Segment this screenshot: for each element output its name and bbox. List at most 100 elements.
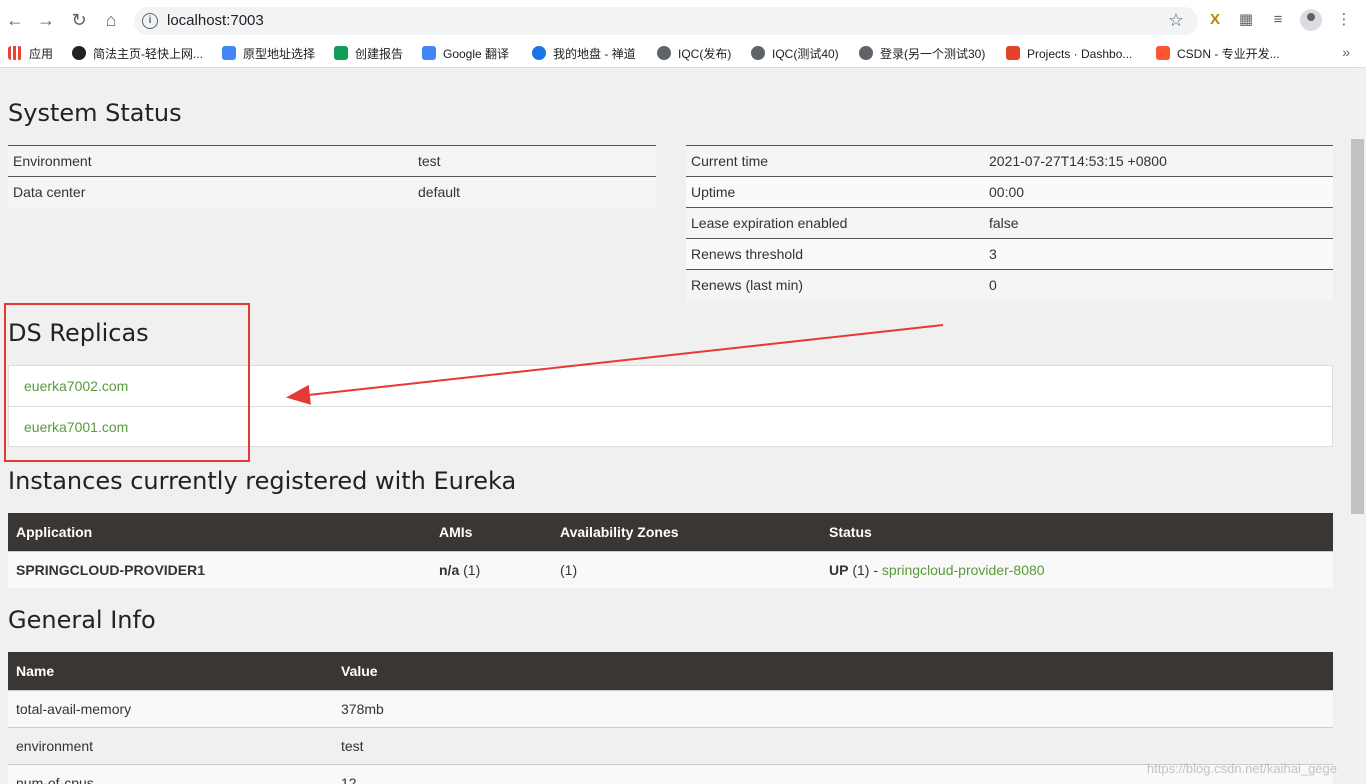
bookmark-apps[interactable]: 应用 [8, 45, 53, 63]
status-up: UP [829, 561, 849, 578]
status-key: Data center [8, 176, 413, 208]
info-value: 378mb [333, 689, 1333, 727]
bookmark-gitlab[interactable]: Projects · Dashbo... [1006, 45, 1132, 63]
status-count: (1) - [848, 561, 882, 578]
bookmark-label: 创建报告 [355, 47, 404, 61]
annotation-highlight-box [4, 303, 250, 462]
more-bookmarks-icon[interactable]: » [1342, 44, 1350, 60]
status-key: Environment [8, 145, 413, 177]
table-row: Renews threshold 3 [686, 238, 1333, 270]
status-value: 0 [984, 269, 1333, 301]
table-row: total-avail-memory 378mb [8, 689, 1333, 727]
column-header: Application [8, 513, 431, 551]
bookmark-login-test30[interactable]: 登录(另一个测试30) [859, 45, 985, 63]
bookmark-label: IQC(测试40) [772, 47, 839, 61]
info-name: total-avail-memory [8, 689, 333, 727]
bookmark-report[interactable]: 创建报告 [334, 45, 403, 63]
column-header: Value [333, 652, 1333, 690]
bookmark-iqc-release[interactable]: IQC(发布) [657, 45, 731, 63]
status-right-table: Current time 2021-07-27T14:53:15 +0800 Up… [686, 145, 1333, 301]
page-scrollbar[interactable] [1349, 69, 1366, 784]
system-status-title: System Status [8, 99, 182, 127]
table-row: Data center default [8, 176, 656, 208]
extension-x-icon[interactable]: X [1205, 10, 1225, 30]
address-bar[interactable]: i localhost:7003 ☆ [134, 7, 1198, 35]
bookmark-label: Projects · Dashbo... [1027, 47, 1133, 61]
column-header: AMIs [431, 513, 552, 551]
status-value: 2021-07-27T14:53:15 +0800 [984, 145, 1333, 177]
info-icon[interactable]: i [142, 13, 158, 29]
gitlab-icon [1006, 46, 1020, 60]
bookmark-label: Google 翻译 [443, 47, 510, 61]
instances-title: Instances currently registered with Eure… [8, 467, 517, 495]
bookmark-label: IQC(发布) [678, 47, 732, 61]
globe-icon [657, 46, 671, 60]
status-value: 00:00 [984, 176, 1333, 208]
table-row: Renews (last min) 0 [686, 269, 1333, 301]
back-icon[interactable]: ← [4, 9, 26, 31]
info-value: test [333, 726, 1333, 764]
app-name-cell: SPRINGCLOUD-PROVIDER1 [8, 550, 431, 588]
table-row: SPRINGCLOUD-PROVIDER1 n/a (1) (1) UP (1)… [8, 550, 1333, 588]
bookmark-label: 应用 [29, 47, 54, 61]
bookmark-google-translate[interactable]: Google 翻译 [422, 45, 509, 63]
zones-cell: (1) [552, 550, 821, 588]
table-header-row: Application AMIs Availability Zones Stat… [8, 513, 1333, 551]
bookmark-label: 登录(另一个测试30) [880, 47, 986, 61]
status-cell: UP (1) - springcloud-provider-8080 [821, 550, 1333, 588]
table-row: Environment test [8, 145, 656, 177]
amis-count: (1) [459, 561, 481, 578]
csdn-icon [1156, 46, 1170, 60]
bookmarks-bar: 应用 简法主页-轻快上网... 原型地址选择 创建报告 Google 翻译 我的… [0, 40, 1366, 68]
prototype-icon [222, 46, 236, 60]
scrollbar-thumb[interactable] [1351, 139, 1364, 514]
column-header: Status [821, 513, 1333, 551]
home-icon[interactable]: ⌂ [100, 9, 122, 31]
play-icon [334, 46, 348, 60]
bookmark-prototype[interactable]: 原型地址选择 [222, 45, 315, 63]
amis-cell: n/a (1) [431, 550, 552, 588]
column-header: Name [8, 652, 333, 690]
eureka-page: System Status Environment test Data cente… [0, 69, 1349, 784]
hexagon-icon [72, 46, 86, 60]
globe-icon [859, 46, 873, 60]
table-row: Uptime 00:00 [686, 176, 1333, 208]
status-left-table: Environment test Data center default [8, 145, 656, 208]
bookmark-csdn[interactable]: CSDN - 专业开发... [1156, 45, 1280, 63]
reload-icon[interactable]: ↻ [68, 9, 90, 31]
status-key: Uptime [686, 176, 984, 208]
table-row: environment test [8, 726, 1333, 764]
table-row: Lease expiration enabled false [686, 207, 1333, 239]
url-text[interactable]: localhost:7003 [167, 12, 264, 29]
reading-list-icon[interactable]: ≡ [1268, 10, 1288, 30]
amis-value: n/a [439, 561, 460, 578]
status-key: Renews threshold [686, 238, 984, 270]
instance-link[interactable]: springcloud-provider-8080 [882, 562, 1045, 578]
status-key: Lease expiration enabled [686, 207, 984, 239]
info-name: environment [8, 726, 333, 764]
apps-grid-icon [8, 46, 22, 60]
status-value: test [413, 145, 656, 177]
bookmark-label: 简法主页-轻快上网... [93, 47, 203, 61]
info-name: num-of-cpus [8, 763, 333, 784]
status-value: 3 [984, 238, 1333, 270]
menu-kebab-icon[interactable]: ⋮ [1334, 10, 1354, 30]
bookmark-label: 原型地址选择 [243, 47, 316, 61]
extensions-puzzle-icon[interactable]: ▦ [1236, 10, 1256, 30]
profile-avatar[interactable] [1300, 9, 1322, 31]
watermark-text: https://blog.csdn.net/kaihai_gege [1146, 761, 1337, 776]
instances-table: Application AMIs Availability Zones Stat… [8, 513, 1333, 588]
bookmark-star-icon[interactable]: ☆ [1168, 10, 1184, 31]
translate-icon [422, 46, 436, 60]
status-key: Current time [686, 145, 984, 177]
bookmark-label: 我的地盘 - 禅道 [553, 47, 636, 61]
bookmark-jianfa[interactable]: 简法主页-轻快上网... [72, 45, 203, 63]
general-info-table: Name Value total-avail-memory 378mb envir… [8, 652, 1333, 784]
table-row: Current time 2021-07-27T14:53:15 +0800 [686, 145, 1333, 177]
bookmark-zentao[interactable]: 我的地盘 - 禅道 [532, 45, 636, 63]
table-header-row: Name Value [8, 652, 1333, 690]
general-info-title: General Info [8, 606, 156, 634]
status-value: default [413, 176, 656, 208]
forward-icon[interactable]: → [35, 9, 57, 31]
bookmark-iqc-test40[interactable]: IQC(测试40) [751, 45, 839, 63]
